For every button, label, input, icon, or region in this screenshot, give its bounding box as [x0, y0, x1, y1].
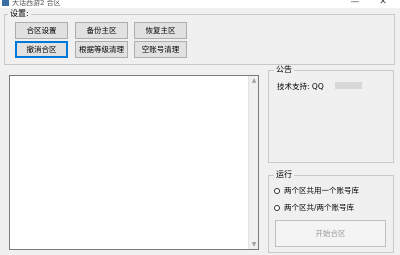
- level-cleanup-button[interactable]: 根据等级清理: [75, 41, 128, 58]
- app-icon: [2, 0, 9, 6]
- settings-legend: 设置:: [8, 9, 31, 19]
- restore-main-button[interactable]: 恢复主区: [134, 22, 187, 39]
- close-button[interactable]: ✕: [376, 0, 390, 7]
- radio-button[interactable]: [274, 187, 280, 194]
- redacted-contact: [335, 82, 362, 89]
- scroll-up-icon[interactable]: ▲: [250, 77, 258, 84]
- cancel-merge-button[interactable]: 撤消合区: [15, 41, 68, 58]
- scroll-down-icon[interactable]: ▼: [250, 241, 258, 248]
- log-scrollbar[interactable]: ▲ ▼: [248, 76, 258, 249]
- shared-account-option[interactable]: 两个区共用一个账号库: [274, 185, 359, 196]
- window-title: 大话西游2 合区: [12, 0, 61, 7]
- notice-legend: 公告: [274, 65, 294, 75]
- start-merge-button[interactable]: 开始合区: [275, 220, 386, 247]
- shared-account-label: 两个区共用一个账号库: [284, 186, 359, 195]
- minimize-button[interactable]: —: [348, 0, 362, 7]
- log-textarea[interactable]: ▲ ▼: [9, 75, 259, 250]
- empty-account-cleanup-button[interactable]: 空账号清理: [134, 41, 187, 58]
- separate-account-label: 两个区共/两个账号库: [284, 203, 355, 212]
- run-legend: 运行: [274, 170, 294, 180]
- separate-account-option[interactable]: 两个区共/两个账号库: [274, 202, 354, 213]
- notice-group: 公告 技术支持: QQ: [268, 65, 394, 163]
- support-text: 技术支持: QQ: [277, 82, 324, 91]
- merge-settings-button[interactable]: 合区设置: [15, 22, 68, 39]
- title-bar: 大话西游2 合区 — ✕: [0, 0, 400, 8]
- backup-main-button[interactable]: 备份主区: [75, 22, 128, 39]
- radio-button[interactable]: [274, 204, 280, 211]
